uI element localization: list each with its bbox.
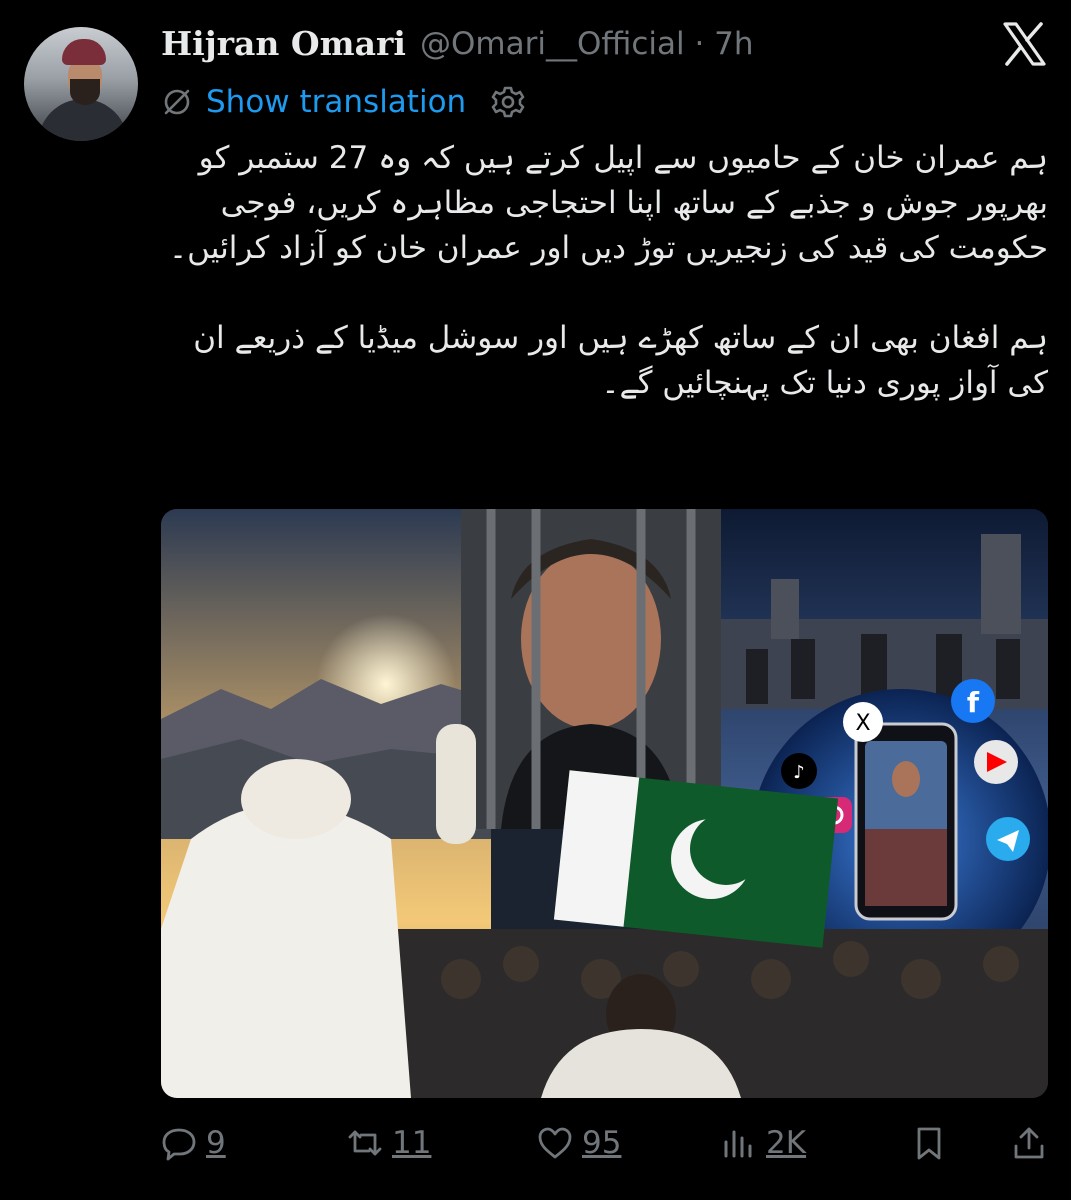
author-handle-and-time[interactable]: @Omari__Official · 7h (420, 26, 754, 62)
reply-icon (162, 1128, 196, 1161)
views-count: 2K (766, 1125, 807, 1161)
tweet-text: ہم عمران خان کے حامیوں سے اپیل کرتے ہیں … (160, 136, 1048, 406)
svg-text:♪: ♪ (793, 762, 805, 783)
x-logo-icon[interactable] (1000, 20, 1048, 68)
avatar[interactable] (24, 27, 138, 141)
repost-button[interactable]: 11 (346, 1115, 431, 1171)
svg-text:X: X (855, 711, 870, 736)
share-icon (1014, 1127, 1044, 1159)
gear-icon[interactable] (490, 84, 526, 120)
repost-count: 11 (392, 1125, 432, 1161)
reply-count: 9 (206, 1125, 226, 1161)
reply-button[interactable]: 9 (160, 1115, 226, 1171)
tweet-paragraph-2: ہم افغان بھی ان کے ساتھ کھڑے ہیں اور سوش… (183, 320, 1048, 401)
views-button[interactable]: 2K (720, 1115, 806, 1171)
svg-text:f: f (967, 686, 980, 719)
bookmark-icon (917, 1127, 941, 1160)
like-count: 95 (582, 1125, 622, 1161)
tweet-action-bar: 9 11 95 2K (160, 1115, 1048, 1171)
tweet-media-image[interactable]: X f ♪ (161, 509, 1048, 1098)
translate-globe-icon (164, 89, 190, 115)
like-button[interactable]: 95 (536, 1115, 621, 1171)
author-handle[interactable]: @Omari__Official (420, 26, 685, 62)
translate-row: Show translation (160, 80, 526, 124)
tweet-paragraph-1: ہم عمران خان کے حامیوں سے اپیل کرتے ہیں … (169, 140, 1048, 266)
post-time[interactable]: 7h (714, 26, 753, 62)
like-icon (538, 1127, 572, 1159)
bookmark-button[interactable] (910, 1115, 948, 1171)
views-icon (724, 1130, 752, 1158)
share-button[interactable] (1010, 1115, 1048, 1171)
show-translation-link[interactable]: Show translation (206, 84, 466, 120)
author-name[interactable]: Hijran Omari (161, 24, 406, 63)
repost-icon (348, 1130, 382, 1156)
time-separator: · (694, 26, 705, 62)
